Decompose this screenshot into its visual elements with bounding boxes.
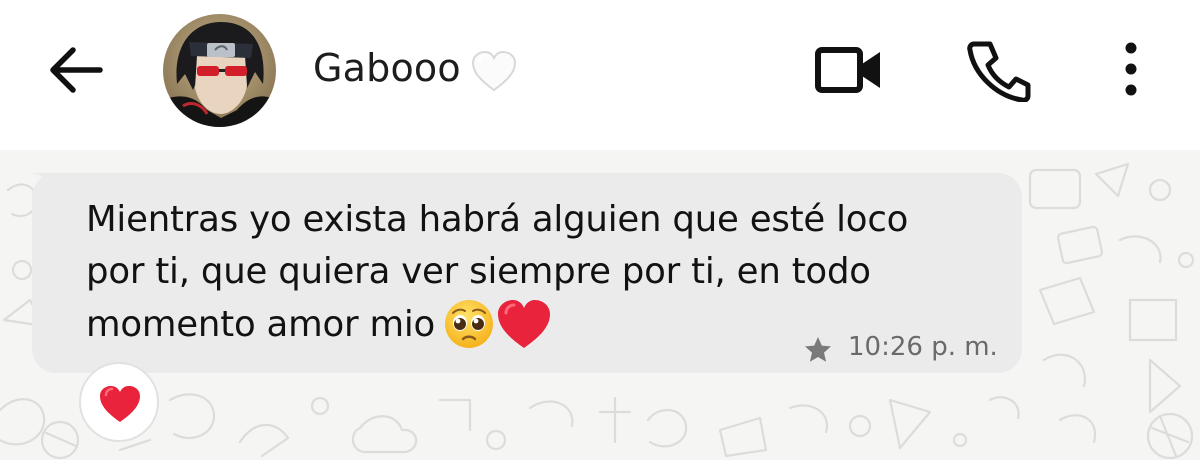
contact-avatar[interactable]	[163, 14, 276, 127]
red-heart-emoji	[100, 386, 140, 422]
back-arrow-icon[interactable]	[46, 44, 106, 96]
chat-header: Gabooo	[0, 0, 1200, 150]
video-call-icon[interactable]	[814, 38, 884, 100]
more-vertical-icon[interactable]	[1108, 38, 1154, 100]
reaction-badge[interactable]	[79, 362, 159, 442]
red-heart-emoji	[498, 300, 551, 348]
chat-area[interactable]: Mientras yo exista habrá alguien que est…	[0, 150, 1200, 460]
message-text: Mientras yo exista habrá alguien que est…	[86, 194, 966, 351]
white-heart-emoji	[471, 50, 517, 92]
contact-name[interactable]: Gabooo	[313, 46, 461, 90]
message-timestamp: 10:26 p. m.	[848, 332, 998, 362]
bubble-corner	[32, 173, 62, 203]
star-icon	[805, 337, 831, 362]
pleading-face-emoji	[445, 300, 494, 348]
phone-call-icon[interactable]	[966, 38, 1032, 102]
chat-screen: Gabooo Mientras yo exista habrá alguien …	[0, 0, 1200, 460]
